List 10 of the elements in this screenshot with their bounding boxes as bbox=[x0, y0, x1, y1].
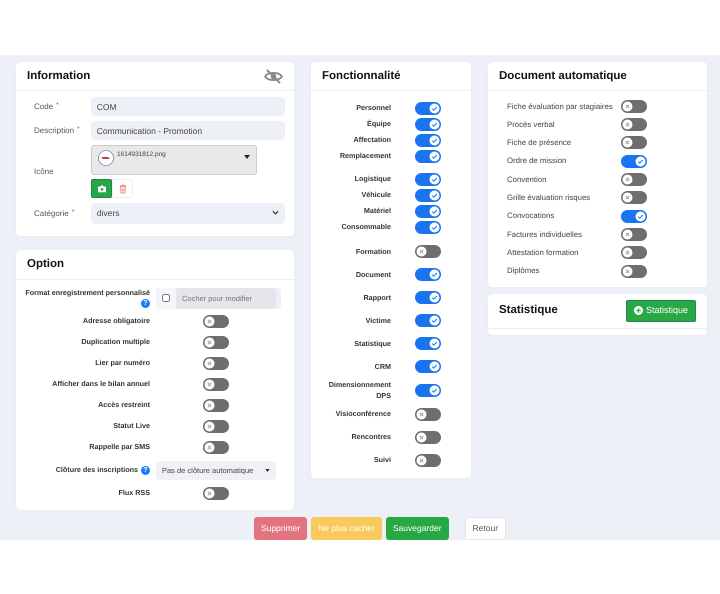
select-field[interactable]: divers bbox=[90, 203, 285, 224]
card-title: Statistique bbox=[499, 303, 558, 318]
card-title: Option bbox=[27, 257, 64, 272]
card-title: Fonctionnalité bbox=[322, 69, 401, 84]
card-title: Information bbox=[27, 69, 90, 84]
text-field[interactable]: Communication - Promotion bbox=[90, 121, 285, 140]
field-label: Icône bbox=[34, 166, 55, 178]
action-button[interactable]: Retour bbox=[464, 517, 506, 540]
card-title: Document automatique bbox=[499, 69, 627, 84]
text-field[interactable]: COM bbox=[90, 97, 285, 116]
